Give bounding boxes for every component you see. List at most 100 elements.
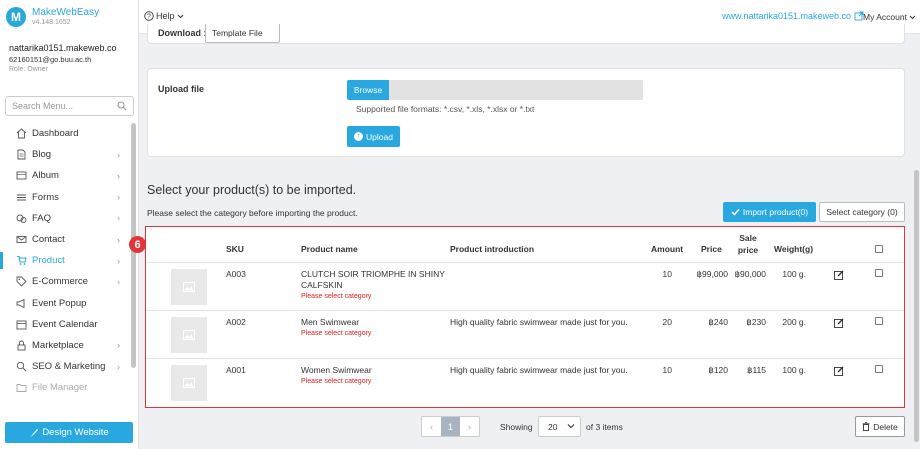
section-note: Please select the category before import… bbox=[147, 208, 358, 218]
chevron-right-icon: › bbox=[117, 255, 120, 266]
header-amount: Amount bbox=[651, 244, 684, 254]
browse-button[interactable]: Browse bbox=[347, 80, 389, 100]
upload-button[interactable]: ↑ Upload bbox=[347, 126, 400, 147]
image-placeholder-icon bbox=[183, 378, 195, 388]
cell-sku: A001 bbox=[226, 365, 246, 375]
header-weight: Weight(g) bbox=[774, 244, 814, 254]
sidebar-item-file-manager[interactable]: File Manager bbox=[0, 377, 131, 398]
cell-sku: A003 bbox=[226, 269, 246, 279]
envelope-icon bbox=[16, 234, 27, 245]
sidebar-item-seo-marketing[interactable]: SEO & Marketing › bbox=[0, 356, 131, 377]
sidebar-item-album[interactable]: Album › bbox=[0, 165, 131, 186]
sidebar-item-e-commerce[interactable]: E-Commerce › bbox=[0, 271, 131, 292]
sidebar-item-dashboard[interactable]: Dashboard bbox=[0, 123, 131, 144]
category-error: Please select category bbox=[301, 378, 372, 385]
sidebar-item-product[interactable]: Product › bbox=[0, 250, 131, 271]
cell-product-name: Women Swimwear Please select category bbox=[301, 365, 451, 387]
brand[interactable]: M MakeWebEasy v4.148.1652 bbox=[6, 7, 99, 27]
sidebar-item-event-popup[interactable]: Event Popup bbox=[0, 293, 131, 314]
select-category-button[interactable]: Select category (0) bbox=[819, 202, 905, 222]
design-website-button[interactable]: Design Website bbox=[5, 422, 133, 443]
search-icon[interactable] bbox=[117, 101, 127, 113]
help-menu[interactable]: ? Help bbox=[144, 11, 184, 21]
showing-label: Showing bbox=[500, 422, 533, 432]
sidebar-item-forms[interactable]: Forms › bbox=[0, 187, 131, 208]
site-link-label: www.nattarika0151.makeweb.co bbox=[722, 11, 852, 21]
cell-weight: 100 g. bbox=[782, 269, 806, 279]
seo-icon bbox=[16, 361, 27, 372]
product-name: Women Swimwear bbox=[301, 365, 372, 375]
product-thumbnail bbox=[171, 365, 207, 401]
product-thumbnail bbox=[171, 269, 207, 305]
sidebar-item-contact[interactable]: Contact › bbox=[0, 229, 131, 250]
sidebar-item-label: Marketplace bbox=[32, 339, 84, 351]
chevron-right-icon: › bbox=[117, 276, 120, 287]
select-all-checkbox[interactable] bbox=[875, 245, 883, 253]
upload-icon: ↑ bbox=[354, 132, 364, 141]
site-link[interactable]: www.nattarika0151.makeweb.co bbox=[722, 11, 864, 21]
download-panel: Download : Template File bbox=[147, 24, 905, 44]
product-name: Men Swimwear bbox=[301, 317, 360, 327]
page-1-button[interactable]: 1 bbox=[441, 417, 460, 436]
sidebar-item-label: Contact bbox=[32, 234, 65, 246]
folder-icon bbox=[16, 382, 27, 393]
next-page-button[interactable]: › bbox=[460, 417, 479, 436]
sidebar-item-label: FAQ bbox=[32, 212, 52, 224]
calendar-icon bbox=[16, 319, 27, 330]
chevron-right-icon: › bbox=[117, 234, 120, 245]
file-input[interactable]: Browse bbox=[347, 80, 643, 100]
cell-sale-price: ฿230 bbox=[746, 317, 766, 327]
template-file-button[interactable]: Template File bbox=[205, 24, 280, 43]
brand-version: v4.148.1652 bbox=[32, 19, 71, 26]
cell-product-introduction: High quality fabric swimwear made just f… bbox=[450, 365, 628, 375]
header-divider bbox=[146, 262, 904, 263]
row-checkbox[interactable] bbox=[875, 269, 883, 277]
category-error: Please select category bbox=[301, 330, 372, 337]
edit-icon[interactable] bbox=[834, 366, 844, 376]
cell-price: ฿240 bbox=[708, 317, 728, 327]
cell-amount: 10 bbox=[662, 269, 672, 279]
step-badge: 6 bbox=[129, 236, 146, 253]
sidebar-item-faq[interactable]: FAQ › bbox=[0, 208, 131, 229]
cart-icon bbox=[16, 255, 27, 266]
import-product-button[interactable]: Import product(0) bbox=[723, 202, 816, 222]
document-icon bbox=[16, 149, 27, 160]
sidebar-item-label: File Manager bbox=[32, 382, 88, 394]
row-checkbox[interactable] bbox=[875, 317, 883, 325]
cell-sale-price: ฿115 bbox=[747, 365, 766, 375]
chevron-down-icon bbox=[177, 14, 183, 18]
upload-file-label: Upload file bbox=[158, 84, 205, 94]
cell-price: ฿120 bbox=[708, 365, 728, 375]
sidebar-item-label: Event Popup bbox=[32, 297, 87, 309]
cell-product-name: Men Swimwear Please select category bbox=[301, 317, 451, 339]
cell-weight: 100 g. bbox=[782, 365, 806, 375]
sidebar-item-label: Album bbox=[32, 170, 59, 182]
upload-button-label: Upload bbox=[366, 131, 393, 142]
menu-search-input[interactable] bbox=[12, 101, 112, 111]
sidebar-item-marketplace[interactable]: Marketplace › bbox=[0, 335, 131, 356]
product-table: SKU Product name Product introduction Am… bbox=[145, 226, 905, 408]
cell-sku: A002 bbox=[226, 317, 246, 327]
delete-button[interactable]: Delete bbox=[855, 416, 905, 437]
prev-page-button[interactable]: ‹ bbox=[422, 417, 441, 436]
chevron-right-icon: › bbox=[117, 340, 120, 351]
account-role: Role: Owner bbox=[9, 66, 48, 73]
header-product-name: Product name bbox=[301, 244, 358, 254]
sidebar-item-event-calendar[interactable]: Event Calendar bbox=[0, 314, 131, 335]
megaphone-icon bbox=[16, 298, 27, 309]
faq-icon bbox=[16, 213, 27, 224]
per-page-value: 20 bbox=[548, 421, 558, 432]
cell-amount: 20 bbox=[662, 317, 672, 327]
main-scrollbar[interactable] bbox=[914, 170, 919, 442]
row-checkbox[interactable] bbox=[875, 365, 883, 373]
per-page-select[interactable]: 20 bbox=[538, 416, 581, 437]
cell-sale-price: ฿90,000 bbox=[734, 269, 766, 279]
edit-icon[interactable] bbox=[834, 270, 844, 280]
chevron-right-icon: › bbox=[117, 192, 120, 203]
help-label: Help bbox=[156, 11, 175, 21]
edit-icon[interactable] bbox=[834, 318, 844, 328]
brand-logo: M bbox=[6, 7, 26, 27]
my-account-menu[interactable]: My Account bbox=[863, 12, 916, 22]
sidebar-item-blog[interactable]: Blog › bbox=[0, 144, 131, 165]
product-thumbnail bbox=[171, 317, 207, 353]
